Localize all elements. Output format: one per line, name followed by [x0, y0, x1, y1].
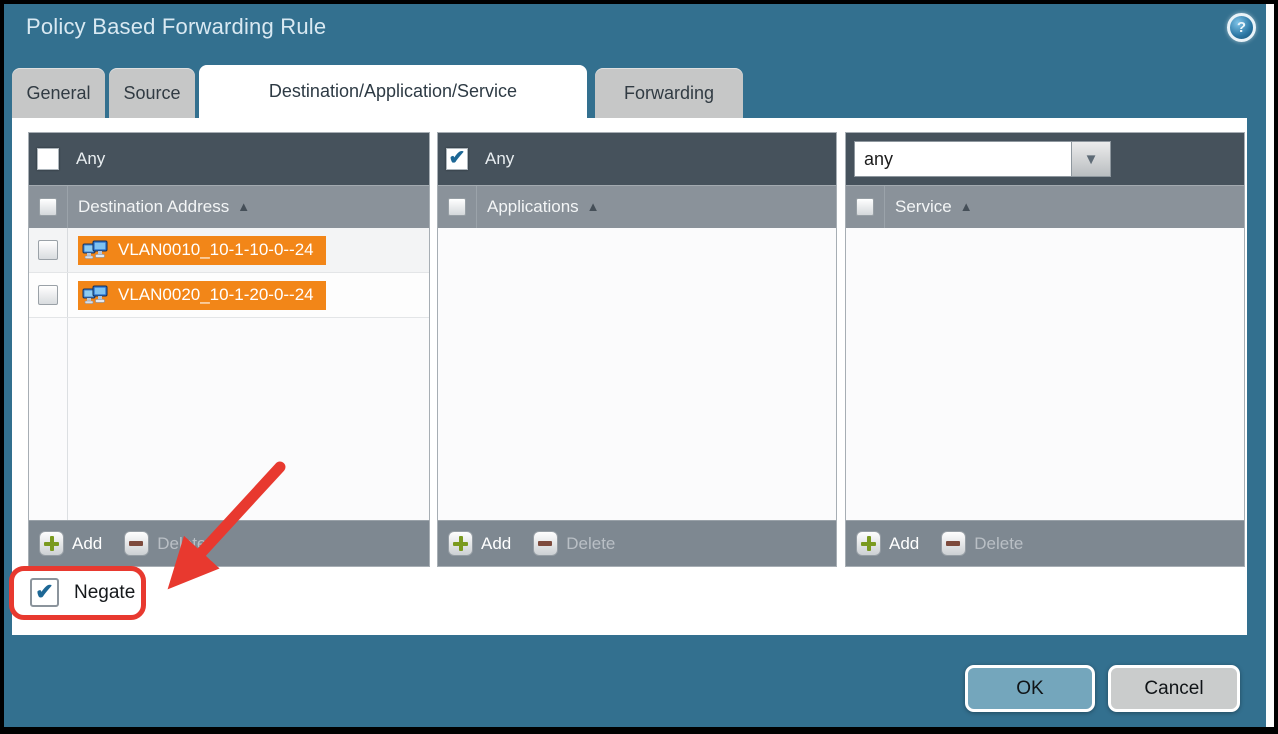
- destination-any-bar: Any: [29, 133, 429, 185]
- service-column-title: Service: [895, 197, 952, 217]
- negate-label: Negate: [74, 582, 135, 604]
- service-panel: any ▼ Service ▲ Add Delete: [845, 132, 1245, 567]
- destination-any-label: Any: [76, 149, 105, 169]
- destination-list-body: VLAN0010_10-1-10-0--24: [29, 228, 429, 520]
- destination-header-checkbox-cell: [29, 186, 68, 228]
- table-row[interactable]: VLAN0010_10-1-10-0--24: [29, 228, 429, 273]
- applications-column-title: Applications: [487, 197, 579, 217]
- delete-minus-icon[interactable]: [533, 531, 558, 556]
- checkmark-icon: ✔: [35, 581, 53, 603]
- tab-destination-application-service[interactable]: Destination/Application/Service: [199, 65, 587, 118]
- applications-any-checkbox[interactable]: ✔: [446, 148, 468, 170]
- service-header-checkbox-cell: [846, 186, 885, 228]
- sort-ascending-icon: ▲: [587, 199, 600, 214]
- address-object-label: VLAN0020_10-1-20-0--24: [118, 285, 314, 305]
- delete-button[interactable]: Delete: [566, 534, 615, 554]
- add-plus-icon[interactable]: [856, 531, 881, 556]
- destination-column-header[interactable]: Destination Address ▲: [29, 185, 429, 228]
- checkmark-icon: ✔: [449, 148, 466, 168]
- delete-button[interactable]: Delete: [157, 534, 206, 554]
- row-checkbox[interactable]: [38, 285, 58, 305]
- add-plus-icon[interactable]: [448, 531, 473, 556]
- address-object-tag[interactable]: VLAN0010_10-1-10-0--24: [78, 236, 326, 265]
- add-button[interactable]: Add: [72, 534, 102, 554]
- delete-button[interactable]: Delete: [974, 534, 1023, 554]
- help-icon[interactable]: ?: [1227, 13, 1256, 42]
- service-list-body: [846, 228, 1244, 520]
- help-glyph: ?: [1237, 19, 1246, 36]
- tab-content-area: Any Destination Address ▲: [12, 118, 1247, 635]
- table-row[interactable]: VLAN0020_10-1-20-0--24: [29, 273, 429, 318]
- tab-forwarding[interactable]: Forwarding: [595, 68, 743, 118]
- tab-general[interactable]: General: [12, 68, 105, 118]
- tab-source[interactable]: Source: [109, 68, 195, 118]
- negate-row: ✔ Negate: [30, 578, 135, 607]
- destination-any-checkbox[interactable]: [37, 148, 59, 170]
- destination-address-panel: Any Destination Address ▲: [28, 132, 430, 567]
- applications-header-checkbox-cell: [438, 186, 477, 228]
- ok-button[interactable]: OK: [965, 665, 1095, 712]
- applications-panel-footer: Add Delete: [438, 520, 836, 566]
- address-object-tag[interactable]: VLAN0020_10-1-20-0--24: [78, 281, 326, 310]
- service-panel-footer: Add Delete: [846, 520, 1244, 566]
- dialog-title: Policy Based Forwarding Rule: [26, 14, 326, 40]
- cancel-button[interactable]: Cancel: [1108, 665, 1240, 712]
- destination-select-all-checkbox[interactable]: [39, 198, 57, 216]
- network-address-icon: [82, 283, 110, 307]
- service-dropdown-bar: any ▼: [846, 133, 1244, 185]
- delete-minus-icon[interactable]: [941, 531, 966, 556]
- dropdown-arrow-button[interactable]: ▼: [1072, 141, 1111, 177]
- add-plus-icon[interactable]: [39, 531, 64, 556]
- applications-panel: ✔ Any Applications ▲ Add Delete: [437, 132, 837, 567]
- sort-ascending-icon: ▲: [960, 199, 973, 214]
- add-button[interactable]: Add: [889, 534, 919, 554]
- network-address-icon: [82, 238, 110, 262]
- destination-column-title: Destination Address: [78, 197, 229, 217]
- service-dropdown-value[interactable]: any: [854, 141, 1072, 177]
- applications-list-body: [438, 228, 836, 520]
- chevron-down-icon: ▼: [1084, 151, 1099, 168]
- row-checkbox[interactable]: [38, 240, 58, 260]
- applications-select-all-checkbox[interactable]: [448, 198, 466, 216]
- sort-ascending-icon: ▲: [237, 199, 250, 214]
- applications-any-bar: ✔ Any: [438, 133, 836, 185]
- negate-checkbox[interactable]: ✔: [30, 578, 59, 607]
- service-column-header[interactable]: Service ▲: [846, 185, 1244, 228]
- applications-column-header[interactable]: Applications ▲: [438, 185, 836, 228]
- service-dropdown[interactable]: any ▼: [854, 141, 1111, 177]
- delete-minus-icon[interactable]: [124, 531, 149, 556]
- address-object-label: VLAN0010_10-1-10-0--24: [118, 240, 314, 260]
- service-select-all-checkbox[interactable]: [856, 198, 874, 216]
- row-checkbox-cell: [29, 228, 68, 272]
- row-checkbox-cell: [29, 273, 68, 317]
- applications-any-label: Any: [485, 149, 514, 169]
- add-button[interactable]: Add: [481, 534, 511, 554]
- screenshot-root: Policy Based Forwarding Rule ? General S…: [0, 0, 1278, 734]
- page-background-strip: [1266, 4, 1274, 727]
- destination-panel-footer: Add Delete: [29, 520, 429, 566]
